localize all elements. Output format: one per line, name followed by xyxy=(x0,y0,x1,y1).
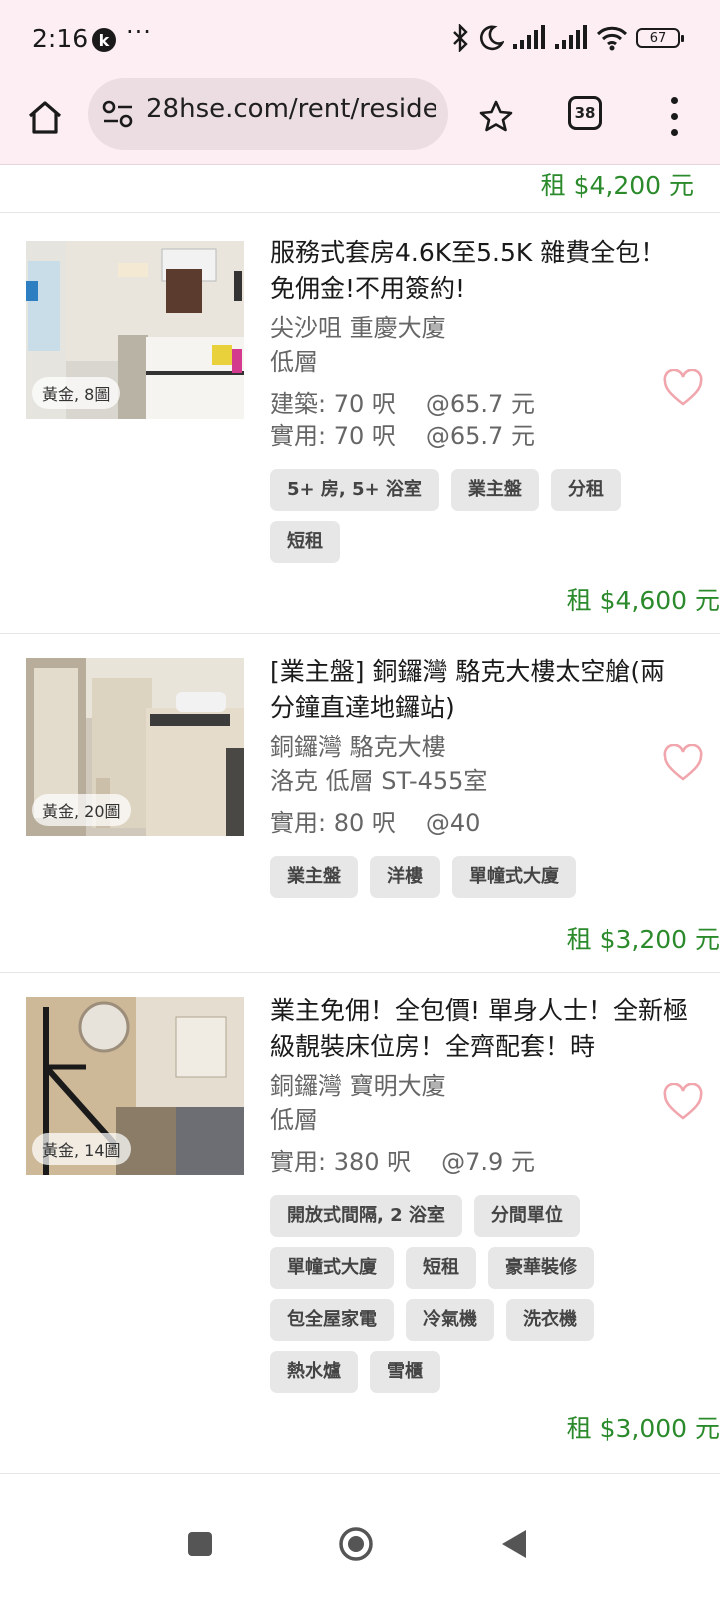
status-time: 2:16 xyxy=(32,24,89,53)
listing-tags: 5+ 房, 5+ 浴室 業主盤 分租 短租 xyxy=(270,469,690,563)
wifi-icon xyxy=(596,26,628,51)
favorite-heart-icon[interactable] xyxy=(662,1083,704,1121)
more-notifications-icon: ··· xyxy=(126,18,152,46)
listing-location: 銅鑼灣 駱克大樓 洛克 低層 ST-455室 xyxy=(270,730,690,798)
listing-area: 建築: 70 呎 @65.7 元 實用: 70 呎 @65.7 元 xyxy=(270,387,690,453)
saleable-rate: @7.9 元 xyxy=(441,1148,535,1176)
saleable-rate: @40 xyxy=(425,809,481,837)
location-building: 銅鑼灣 駱克大樓 xyxy=(270,733,446,761)
tag: 短租 xyxy=(270,521,340,563)
listing-photo[interactable]: 黃金, 14圖 xyxy=(26,997,244,1175)
tag: 單幢式大廈 xyxy=(270,1247,394,1289)
battery-icon: 67 xyxy=(636,28,684,48)
url-text[interactable]: 28hse.com/rent/reside xyxy=(146,94,436,124)
listing-location: 尖沙咀 重慶大廈 低層 xyxy=(270,311,690,379)
location-building: 銅鑼灣 寶明大廈 xyxy=(270,1072,446,1100)
home-nav-button[interactable] xyxy=(338,1526,374,1562)
listing-price: 租 $4,600 元 xyxy=(566,586,720,615)
tag: 分租 xyxy=(550,469,621,511)
favorite-heart-icon[interactable] xyxy=(662,369,704,407)
tag: 分間單位 xyxy=(473,1195,580,1237)
saleable-area: 實用: 70 呎 xyxy=(270,422,396,450)
tag: 熱水爐 xyxy=(270,1351,358,1393)
tag: 冷氣機 xyxy=(406,1299,494,1341)
listing-photo[interactable]: 黃金, 8圖 xyxy=(26,241,244,419)
tag: 雪櫃 xyxy=(370,1351,440,1393)
more-menu-button[interactable] xyxy=(660,92,688,140)
listing-price: 租 $3,000 元 xyxy=(566,1414,720,1443)
saleable-area: 實用: 80 呎 xyxy=(270,809,396,837)
star-icon xyxy=(479,100,513,132)
status-icons: 67 xyxy=(450,24,684,52)
location-floor: 低層 xyxy=(270,1106,318,1134)
listing-info: [業主盤] 銅鑼灣 駱克大樓太空艙(兩分鐘直達地鑼站) 銅鑼灣 駱克大樓 洛克 … xyxy=(270,654,690,898)
recents-button[interactable] xyxy=(188,1532,212,1556)
bluetooth-icon xyxy=(453,24,468,52)
home-icon xyxy=(28,101,62,134)
do-not-disturb-moon-icon xyxy=(479,25,504,51)
tab-switcher-button[interactable]: 38 xyxy=(568,96,602,130)
site-settings-icon[interactable] xyxy=(102,100,134,128)
bookmark-button[interactable] xyxy=(474,94,518,138)
saleable-area: 實用: 380 呎 xyxy=(270,1148,412,1176)
listing-tags: 業主盤 洋樓 單幢式大廈 xyxy=(270,856,690,898)
listing-title[interactable]: 服務式套房4.6K至5.5K 雜費全包！免佣金!不用簽約! xyxy=(270,235,690,307)
tag: 洋樓 xyxy=(370,856,440,898)
tag: 短租 xyxy=(406,1247,476,1289)
tag: 業主盤 xyxy=(450,469,539,511)
menu-dot xyxy=(670,96,678,104)
listing-info: 業主免佣！全包價! 單身人士！全新極級靚裝床位房！全齊配套！時 銅鑼灣 寶明大廈… xyxy=(270,993,690,1393)
menu-dot xyxy=(670,112,678,120)
listing-area: 實用: 380 呎 @7.9 元 xyxy=(270,1145,690,1179)
menu-dot xyxy=(670,128,678,136)
listing-title[interactable]: 業主免佣！全包價! 單身人士！全新極級靚裝床位房！全齊配套！時 xyxy=(270,993,690,1065)
tag: 包全屋家電 xyxy=(270,1299,394,1341)
listing-results: 租 $4,200 元 黃金, 8圖 服務式套房4.6K至5.5K 雜費全包！免佣… xyxy=(0,164,720,1474)
listing-location: 銅鑼灣 寶明大廈 低層 xyxy=(270,1069,690,1137)
browser-toolbar: 28hse.com/rent/reside 38 xyxy=(0,78,720,165)
listing-price: 租 $3,200 元 xyxy=(566,925,720,954)
tag: 5+ 房, 5+ 浴室 xyxy=(270,469,439,511)
tag: 業主盤 xyxy=(270,856,358,898)
listing-photo[interactable]: 黃金, 20圖 xyxy=(26,658,244,836)
home-button[interactable] xyxy=(22,94,68,140)
location-floor: 洛克 低層 ST-455室 xyxy=(270,767,488,795)
gross-rate: @65.7 元 xyxy=(425,390,535,418)
listing-info: 服務式套房4.6K至5.5K 雜費全包！免佣金!不用簽約! 尖沙咀 重慶大廈 低… xyxy=(270,235,690,563)
tag: 開放式間隔, 2 浴室 xyxy=(270,1195,462,1237)
previous-listing-price: 租 $4,200 元 xyxy=(0,164,720,213)
back-button[interactable] xyxy=(500,1528,528,1560)
listing-title[interactable]: [業主盤] 銅鑼灣 駱克大樓太空艙(兩分鐘直達地鑼站) xyxy=(270,654,690,726)
tag: 單幢式大廈 xyxy=(452,856,576,898)
signal-icon-2 xyxy=(555,25,587,49)
photo-count-badge: 黃金, 14圖 xyxy=(32,1133,131,1165)
listing-card[interactable]: 黃金, 8圖 服務式套房4.6K至5.5K 雜費全包！免佣金!不用簽約! 尖沙咀… xyxy=(0,213,720,634)
location-building: 尖沙咀 重慶大廈 xyxy=(270,314,446,342)
favorite-heart-icon[interactable] xyxy=(662,744,704,782)
location-floor: 低層 xyxy=(270,348,318,376)
tag: 洗衣機 xyxy=(506,1299,594,1341)
listing-area: 實用: 80 呎 @40 xyxy=(270,806,690,840)
listing-card[interactable]: 黃金, 20圖 [業主盤] 銅鑼灣 駱克大樓太空艙(兩分鐘直達地鑼站) 銅鑼灣 … xyxy=(0,634,720,973)
photo-count-badge: 黃金, 8圖 xyxy=(32,377,121,409)
tag: 豪華裝修 xyxy=(488,1247,594,1289)
photo-count-badge: 黃金, 20圖 xyxy=(32,794,131,826)
listing-card[interactable]: 黃金, 14圖 業主免佣！全包價! 單身人士！全新極級靚裝床位房！全齊配套！時 … xyxy=(0,973,720,1474)
k-app-icon: k xyxy=(92,28,116,52)
saleable-rate: @65.7 元 xyxy=(425,422,535,450)
listing-tags: 開放式間隔, 2 浴室 分間單位 單幢式大廈 短租 豪華裝修 包全屋家電 冷氣機… xyxy=(270,1195,690,1393)
system-navigation-bar xyxy=(0,1490,720,1600)
signal-icon xyxy=(513,25,545,49)
status-bar: 2:16 k ··· 67 xyxy=(0,0,720,78)
gross-area: 建築: 70 呎 xyxy=(270,390,396,418)
address-bar[interactable]: 28hse.com/rent/reside xyxy=(88,78,448,150)
